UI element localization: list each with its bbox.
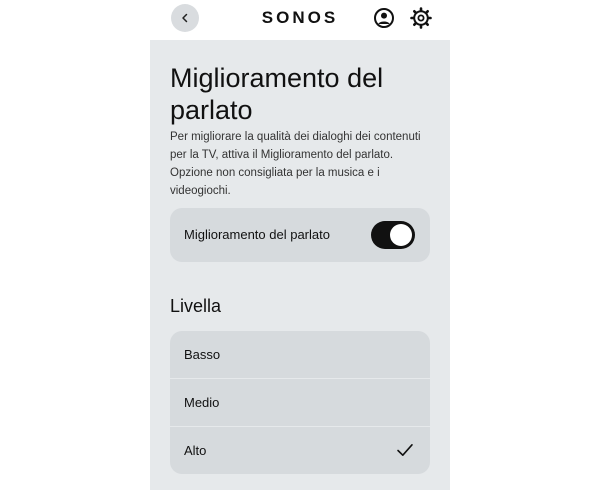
speech-enhancement-label: Miglioramento del parlato xyxy=(184,227,330,242)
option-label: Alto xyxy=(184,443,207,458)
speech-enhancement-toggle[interactable] xyxy=(371,221,415,249)
checkmark-icon xyxy=(397,444,413,456)
sonos-logo: SONOS xyxy=(261,8,339,27)
gear-icon xyxy=(410,7,432,29)
page-description: Per migliorare la qualità dei dialoghi d… xyxy=(170,131,421,197)
level-option-alto[interactable]: Alto xyxy=(170,426,430,474)
level-options: Basso Medio Alto xyxy=(170,331,430,474)
top-bar: SONOS xyxy=(0,0,600,40)
account-button[interactable] xyxy=(373,7,395,34)
settings-button[interactable] xyxy=(409,6,433,35)
page-title: Miglioramento del parlato xyxy=(170,63,384,125)
level-option-medio[interactable]: Medio xyxy=(170,378,430,426)
level-option-basso[interactable]: Basso xyxy=(170,331,430,378)
level-heading: Livella xyxy=(170,296,222,316)
option-label: Medio xyxy=(184,395,220,410)
toggle-knob xyxy=(390,224,412,246)
speech-enhancement-card: Miglioramento del parlato xyxy=(170,208,430,262)
account-icon xyxy=(374,8,394,28)
option-label: Basso xyxy=(184,347,221,362)
settings-panel: Miglioramento del parlato Per migliorare… xyxy=(150,40,450,490)
